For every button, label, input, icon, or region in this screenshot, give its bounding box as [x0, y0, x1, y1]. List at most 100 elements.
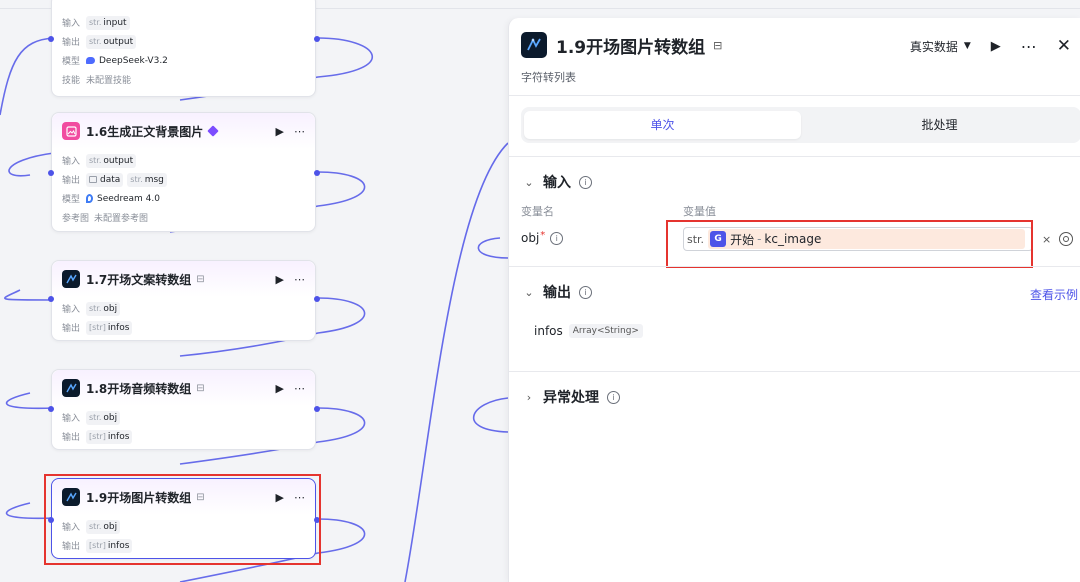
info-icon[interactable]: i: [607, 390, 620, 404]
node-output-row: 输出 str. output: [62, 32, 305, 51]
node-header: 1.7开场文案转数组 ⊟ ▶ ⋯: [52, 261, 315, 297]
output-port[interactable]: [314, 296, 320, 302]
node-title: 1.8开场音频转数组: [86, 381, 192, 396]
section-title: 输出: [543, 285, 571, 301]
run-mode-tabs: 单次 批处理: [521, 107, 1080, 143]
row-key: 输出: [62, 176, 81, 186]
var-tag: [str] infos: [86, 429, 133, 444]
input-port[interactable]: [48, 36, 54, 42]
var-name: infos: [107, 322, 130, 333]
info-icon[interactable]: i: [579, 175, 592, 189]
tab-single[interactable]: 单次: [524, 111, 801, 139]
required-mark: *: [540, 229, 546, 241]
var-tag: str. msg: [127, 172, 167, 187]
model-name: DeepSeek-V3.2: [99, 55, 168, 66]
var-name-label: obj: [521, 231, 540, 245]
node-output-row: 输出 [str] infos: [62, 427, 305, 446]
chevron-down-icon: ▼: [963, 41, 971, 51]
close-icon[interactable]: ✕: [1057, 36, 1071, 56]
chevron-right-icon: ›: [526, 390, 532, 404]
var-name: output: [103, 36, 134, 47]
workflow-canvas[interactable]: 输入 str. input 输出 str. output 模型 DeepSeek-V…: [0, 0, 1080, 582]
more-icon[interactable]: ⋯: [294, 125, 305, 138]
node-input-row: 输入 str. output: [62, 151, 305, 170]
node-header: 1.8开场音频转数组 ⊟ ▶ ⋯: [52, 370, 315, 406]
output-port[interactable]: [314, 36, 320, 42]
seedream-icon: [86, 194, 93, 203]
divider: [509, 95, 1080, 96]
var-name: msg: [144, 174, 164, 185]
workflow-node-icon: [62, 270, 80, 288]
var-tag: str. obj: [86, 301, 121, 316]
image-gen-icon: [62, 122, 80, 140]
var-name: infos: [107, 431, 130, 442]
output-var-name: infos: [534, 324, 563, 338]
info-icon[interactable]: i: [550, 231, 564, 245]
node-input-row: 输入 str. obj: [62, 299, 305, 318]
play-icon[interactable]: ▶: [276, 273, 284, 286]
wire-into-n18: [5, 392, 55, 410]
workflow-node[interactable]: 1.7开场文案转数组 ⊟ ▶ ⋯ 输入 str. obj 输出 [str] info…: [48, 260, 320, 341]
row-key: 输入: [62, 305, 81, 315]
type-label: [str]: [89, 323, 106, 332]
data-mode-label: 真实数据: [909, 39, 958, 54]
node-model-row: 模型 Seedream 4.0: [62, 189, 305, 208]
image-type-icon: [89, 176, 97, 183]
col-header-name: 变量名: [521, 205, 554, 218]
node-model-row: 模型 DeepSeek-V3.2: [62, 51, 305, 70]
type-label: str.: [89, 18, 102, 27]
output-port[interactable]: [314, 170, 320, 176]
output-var-type: Array<String>: [568, 324, 643, 338]
play-icon[interactable]: ▶: [276, 382, 284, 395]
workflow-node[interactable]: 输入 str. input 输出 str. output 模型 DeepSeek-V…: [48, 0, 320, 97]
type-label: str.: [89, 304, 102, 313]
section-title: 输入: [543, 175, 571, 191]
input-port[interactable]: [48, 296, 54, 302]
clear-icon[interactable]: ×: [1042, 233, 1051, 246]
input-var-name: obj * i: [521, 229, 564, 245]
node-title: 1.7开场文案转数组: [86, 272, 192, 287]
input-section-header[interactable]: ⌄ 输入 i: [523, 172, 592, 192]
more-icon[interactable]: ⋯: [1021, 37, 1037, 56]
section-title: 异常处理: [543, 390, 599, 406]
more-icon[interactable]: ⋯: [294, 382, 305, 395]
row-key: 输出: [62, 433, 81, 443]
row-key: 参考图: [62, 214, 90, 224]
col-header-value: 变量值: [683, 205, 716, 218]
error-section-header[interactable]: › 异常处理 i: [523, 387, 620, 407]
divider: [509, 156, 1080, 157]
node-output-row: 输出 [str] infos: [62, 318, 305, 337]
output-section-header[interactable]: ⌄ 输出 i: [523, 282, 592, 302]
workflow-node[interactable]: 1.6生成正文背景图片 ▶ ⋯ 输入 str. output 输出 data st…: [48, 112, 320, 232]
var-name: input: [103, 17, 127, 28]
input-port[interactable]: [48, 406, 54, 412]
info-icon[interactable]: i: [579, 285, 592, 299]
play-icon[interactable]: ▶: [991, 39, 1001, 54]
node-ref-row: 参考图 未配置参考图: [62, 208, 305, 227]
wire-into-n17: [4, 289, 55, 301]
view-example-link[interactable]: 查看示例: [1030, 286, 1078, 303]
type-label: str.: [89, 156, 102, 165]
play-icon[interactable]: ▶: [276, 125, 284, 138]
more-icon[interactable]: ⋯: [294, 273, 305, 286]
chevron-down-icon: ⌄: [524, 175, 534, 189]
data-mode-dropdown[interactable]: 真实数据 ▼: [910, 38, 971, 55]
deepseek-icon: [86, 57, 95, 64]
chevron-down-icon: ⌄: [524, 285, 534, 299]
input-port[interactable]: [48, 170, 54, 176]
workflow-node[interactable]: 1.8开场音频转数组 ⊟ ▶ ⋯ 输入 str. obj 输出 [str] info…: [48, 369, 320, 450]
var-name: data: [100, 174, 121, 185]
tab-batch[interactable]: 批处理: [801, 111, 1078, 139]
panel-header: 1.9开场图片转数组 ⊟ 真实数据 ▼ ▶ ⋯ ✕: [521, 30, 1080, 60]
row-key: 模型: [62, 195, 81, 205]
output-port[interactable]: [314, 406, 320, 412]
divider: [509, 266, 1080, 267]
variable-picker-icon[interactable]: [1059, 232, 1073, 246]
premium-gem-icon: [207, 125, 219, 137]
var-name: obj: [103, 412, 118, 423]
node-output-row: 输出 data str. msg: [62, 170, 305, 189]
var-tag: str. output: [86, 34, 137, 49]
var-tag: str. output: [86, 153, 137, 168]
row-key: 输出: [62, 324, 81, 334]
node-input-row: 输入 str. obj: [62, 408, 305, 427]
